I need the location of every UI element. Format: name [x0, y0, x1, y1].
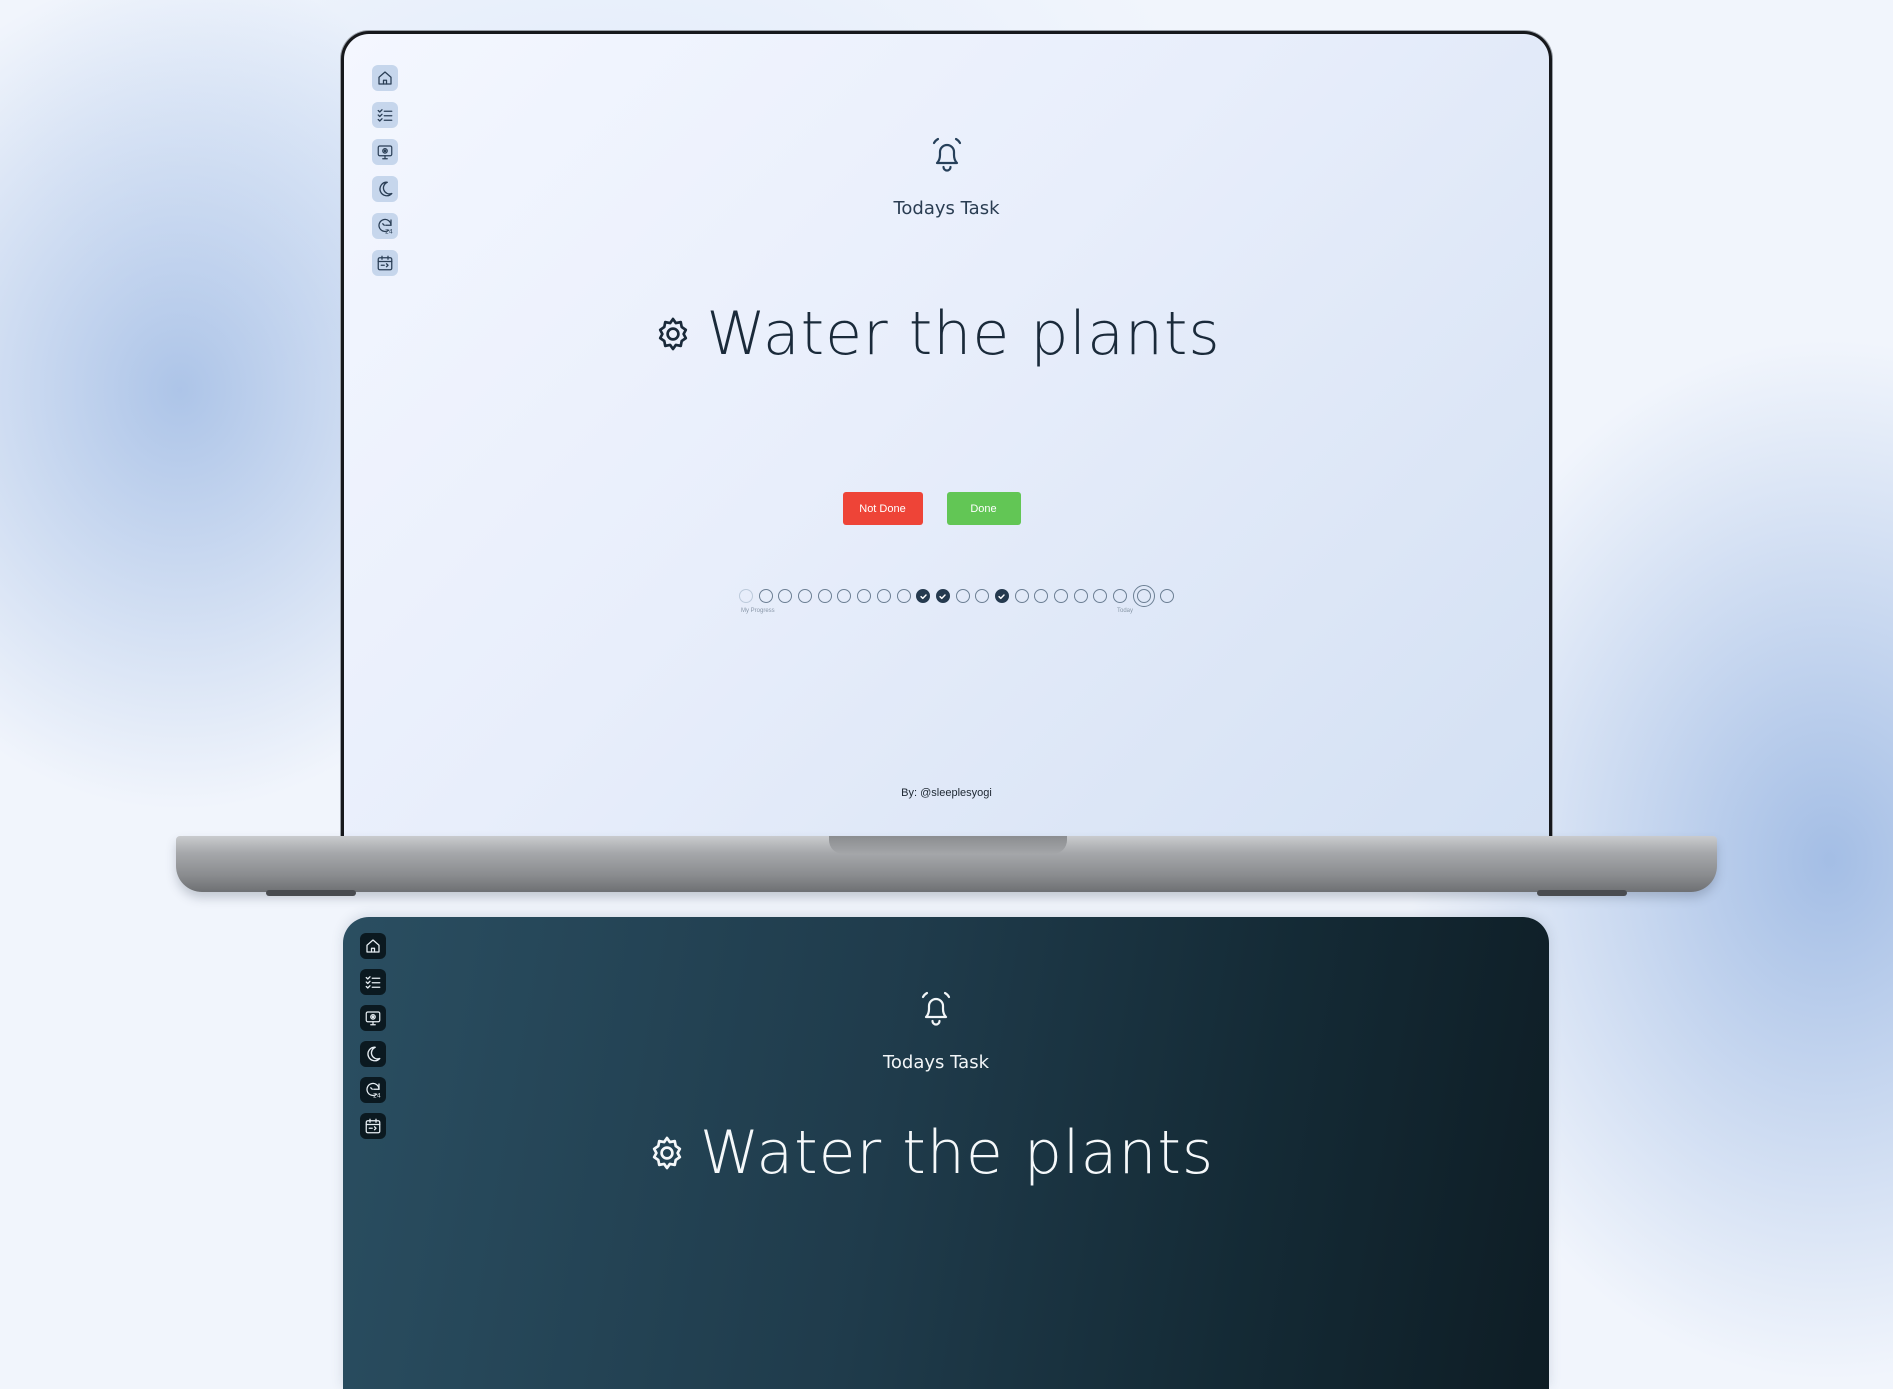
svg-text:24: 24: [385, 229, 393, 236]
progress-dot: [817, 589, 832, 603]
progress-dot: [955, 589, 970, 603]
light-mode-screen: 24 Todays Task Water the plants Not Done…: [344, 34, 1549, 841]
progress-dot: [1034, 589, 1049, 603]
progress-dot: [739, 589, 753, 603]
task-actions: Not Done Done: [344, 492, 1549, 525]
home-icon: [366, 939, 380, 953]
progress-dot: [758, 589, 773, 603]
progress-dot-today: [1132, 585, 1155, 607]
svg-text:24: 24: [373, 1093, 381, 1100]
progress-dot: [1113, 589, 1128, 603]
bell-icon: [916, 988, 956, 1028]
page-title: Todays Task: [882, 1052, 989, 1073]
done-button[interactable]: Done: [946, 492, 1021, 525]
progress-dot: [876, 589, 891, 603]
progress-dot-done: [916, 589, 931, 603]
laptop-foot: [266, 890, 356, 896]
sidebar-item-focus[interactable]: [372, 139, 398, 165]
laptop-notch: [829, 836, 1067, 854]
laptop-base: [176, 836, 1717, 896]
progress-today-label: Today: [1117, 608, 1134, 614]
calendar-icon: [377, 255, 393, 271]
sidebar-item-tasks[interactable]: [372, 102, 398, 128]
sidebar-item-calendar[interactable]: [372, 250, 398, 276]
dark-mode-screen: 24 Todays Task Water the plants: [343, 917, 1549, 1389]
monitor-icon: [365, 1011, 381, 1026]
progress-dot: [857, 589, 872, 603]
gear-icon: [654, 315, 692, 353]
task-title: Water the plants: [706, 299, 1221, 369]
24hr-refresh-icon: 24: [366, 1082, 381, 1100]
progress-dot-done: [935, 589, 950, 603]
progress-dot: [975, 589, 990, 603]
sidebar: 24: [372, 65, 398, 276]
sidebar-item-home[interactable]: [372, 65, 398, 91]
not-done-button[interactable]: Not Done: [842, 492, 923, 525]
checklist-icon: [377, 109, 393, 122]
bell-icon: [927, 134, 967, 174]
progress-dot: [1054, 589, 1068, 603]
progress-dot-done: [994, 589, 1009, 603]
progress-dot: [837, 589, 852, 603]
progress-start-label: My Progress: [741, 608, 775, 614]
task-heading: Water the plants: [344, 304, 1549, 364]
laptop-lid: 24 Todays Task Water the plants Not Done…: [341, 31, 1552, 841]
laptop-foot: [1537, 890, 1627, 896]
task-heading: Water the plants: [343, 1123, 1549, 1183]
home-icon: [378, 71, 392, 85]
progress-dot: [1093, 589, 1108, 603]
task-title: Water the plants: [699, 1118, 1215, 1188]
sidebar-item-home[interactable]: [360, 933, 386, 959]
progress-dot: [896, 589, 911, 603]
moon-icon: [379, 181, 393, 197]
progress-dot: [778, 589, 793, 603]
progress-dots: [739, 585, 1180, 607]
sidebar-item-focus[interactable]: [360, 1005, 386, 1031]
author-credit: By: @sleeplesyogi: [901, 787, 992, 799]
progress-dot: [798, 589, 813, 603]
progress-dot: [1160, 589, 1175, 603]
24hr-refresh-icon: 24: [378, 218, 393, 236]
checklist-icon: [365, 976, 381, 989]
sidebar-item-tasks[interactable]: [360, 969, 386, 995]
progress-dot: [1014, 589, 1029, 603]
monitor-icon: [377, 145, 393, 160]
progress-dot: [1073, 589, 1088, 603]
progress-tracker: My Progress Today: [739, 585, 1179, 619]
gear-icon: [648, 1134, 686, 1172]
sidebar-item-24hr[interactable]: 24: [360, 1077, 386, 1103]
page-title: Todays Task: [893, 198, 1000, 219]
sidebar: 24: [360, 933, 386, 1139]
